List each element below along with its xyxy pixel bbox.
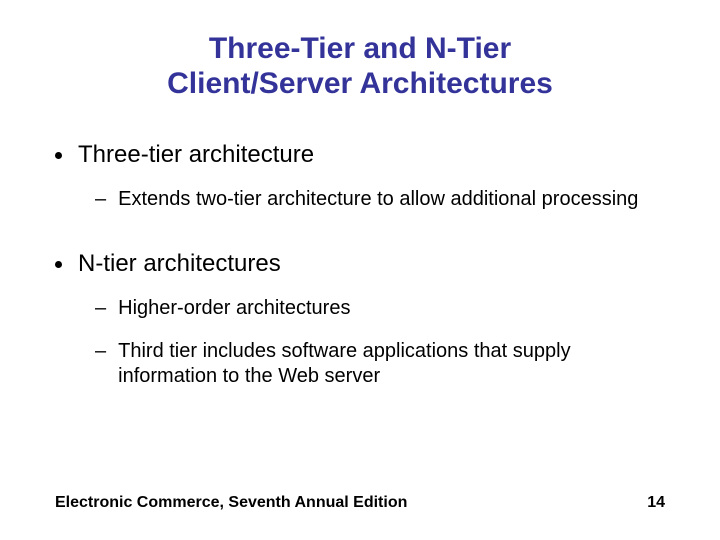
footer-source: Electronic Commerce, Seventh Annual Edit… — [55, 494, 407, 512]
title-line-1: Three-Tier and N-Tier — [0, 32, 720, 67]
page-number: 14 — [647, 494, 665, 512]
bullet-dot-icon — [55, 152, 62, 159]
bullet-level2: – Third tier includes software applicati… — [95, 339, 665, 389]
bullet-text: Three-tier architecture — [78, 141, 314, 169]
bullet-text: Extends two-tier architecture to allow a… — [118, 187, 638, 212]
bullet-level2: – Extends two-tier architecture to allow… — [95, 187, 665, 212]
bullet-dash-icon: – — [95, 339, 106, 364]
title-line-2: Client/Server Architectures — [0, 67, 720, 102]
bullet-dash-icon: – — [95, 296, 106, 321]
bullet-dot-icon — [55, 261, 62, 268]
slide-footer: Electronic Commerce, Seventh Annual Edit… — [55, 494, 665, 512]
slide-content: Three-tier architecture – Extends two-ti… — [0, 101, 720, 389]
bullet-level2: – Higher-order architectures — [95, 296, 665, 321]
bullet-text: Higher-order architectures — [118, 296, 350, 321]
bullet-dash-icon: – — [95, 187, 106, 212]
spacer — [55, 230, 665, 250]
slide-title: Three-Tier and N-Tier Client/Server Arch… — [0, 0, 720, 101]
bullet-level1: Three-tier architecture — [55, 141, 665, 169]
bullet-level1: N-tier architectures — [55, 250, 665, 278]
bullet-text: Third tier includes software application… — [118, 339, 665, 389]
bullet-text: N-tier architectures — [78, 250, 281, 278]
